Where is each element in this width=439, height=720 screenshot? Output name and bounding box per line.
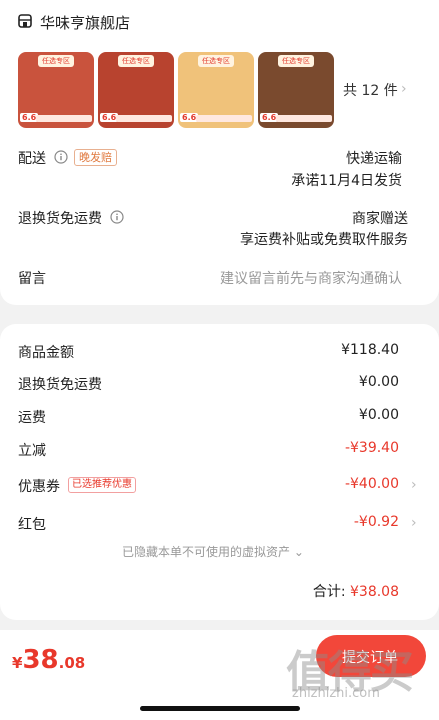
product-thumbnail[interactable]: 任选专区 6.6 (178, 52, 254, 128)
product-thumbnail[interactable]: 任选专区 6.6 (98, 52, 174, 128)
summary-row-value: ¥0.00 (358, 407, 399, 423)
chevron-right-icon[interactable]: › (401, 81, 407, 97)
total-label: 合计: (312, 584, 346, 600)
home-indicator[interactable] (140, 706, 300, 711)
chevron-down-icon: ⌄ (290, 545, 304, 559)
watermark-url: zhizhizhi.com (292, 686, 380, 701)
price-integer: 38 (22, 645, 59, 675)
red-packet-value[interactable]: -¥0.92 (354, 514, 399, 530)
recommended-coupon-badge: 已选推荐优惠 (68, 477, 136, 493)
info-icon[interactable] (110, 210, 124, 224)
summary-row-label: 运费 (18, 410, 46, 426)
product-tag: 任选专区 (118, 55, 154, 67)
summary-row-value: ¥118.40 (341, 342, 399, 358)
chevron-right-icon[interactable]: › (411, 515, 417, 531)
shipping-method: 快递运输 (346, 151, 402, 167)
returns-description: 享运费补贴或免费取件服务 (240, 232, 408, 248)
item-count[interactable]: 共 12 件 (343, 80, 398, 100)
summary-row-label[interactable]: 优惠券 (18, 476, 60, 496)
store-icon (18, 14, 32, 28)
message-label: 留言 (18, 271, 46, 287)
product-thumbnail[interactable]: 任选专区 6.6 (18, 52, 94, 128)
total-value: ¥38.08 (350, 584, 399, 600)
price-decimal: .08 (58, 654, 86, 672)
summary-row-label: 立减 (18, 443, 46, 459)
product-thumbnail[interactable]: 任选专区 6.6 (258, 52, 334, 128)
price-summary-card (0, 324, 439, 620)
bottom-price: ¥38.08 (12, 645, 85, 675)
product-tag: 任选专区 (38, 55, 74, 67)
summary-row-label: 退换货免运费 (18, 377, 102, 393)
late-ship-compensation-badge: 晚发赔 (74, 149, 117, 166)
summary-row-label[interactable]: 红包 (18, 514, 46, 534)
chevron-right-icon[interactable]: › (411, 477, 417, 493)
currency-symbol: ¥ (12, 654, 23, 672)
message-input[interactable]: 建议留言前先与商家沟通确认 (220, 268, 402, 288)
discount-value: -¥39.40 (344, 440, 399, 456)
product-tag: 任选专区 (198, 55, 234, 67)
info-icon[interactable] (54, 150, 68, 164)
order-total: 合计: ¥38.08 (313, 581, 399, 601)
store-name[interactable]: 华味亨旗舰店 (40, 12, 130, 33)
summary-row-label: 商品金额 (18, 345, 74, 361)
shipping-label: 配送 (18, 151, 46, 167)
coupon-value[interactable]: -¥40.00 (345, 476, 399, 492)
returns-value: 商家赠送 (352, 211, 408, 227)
product-tag: 任选专区 (278, 55, 314, 67)
hidden-assets-note: 已隐藏本单不可使用的虚拟资产 (122, 545, 291, 559)
summary-row-value: ¥0.00 (358, 374, 399, 390)
shipping-promise: 承诺11月4日发货 (291, 173, 402, 189)
returns-label: 退换货免运费 (18, 211, 102, 227)
hidden-assets-toggle[interactable]: 已隐藏本单不可使用的虚拟资产 ⌄ (122, 543, 304, 560)
